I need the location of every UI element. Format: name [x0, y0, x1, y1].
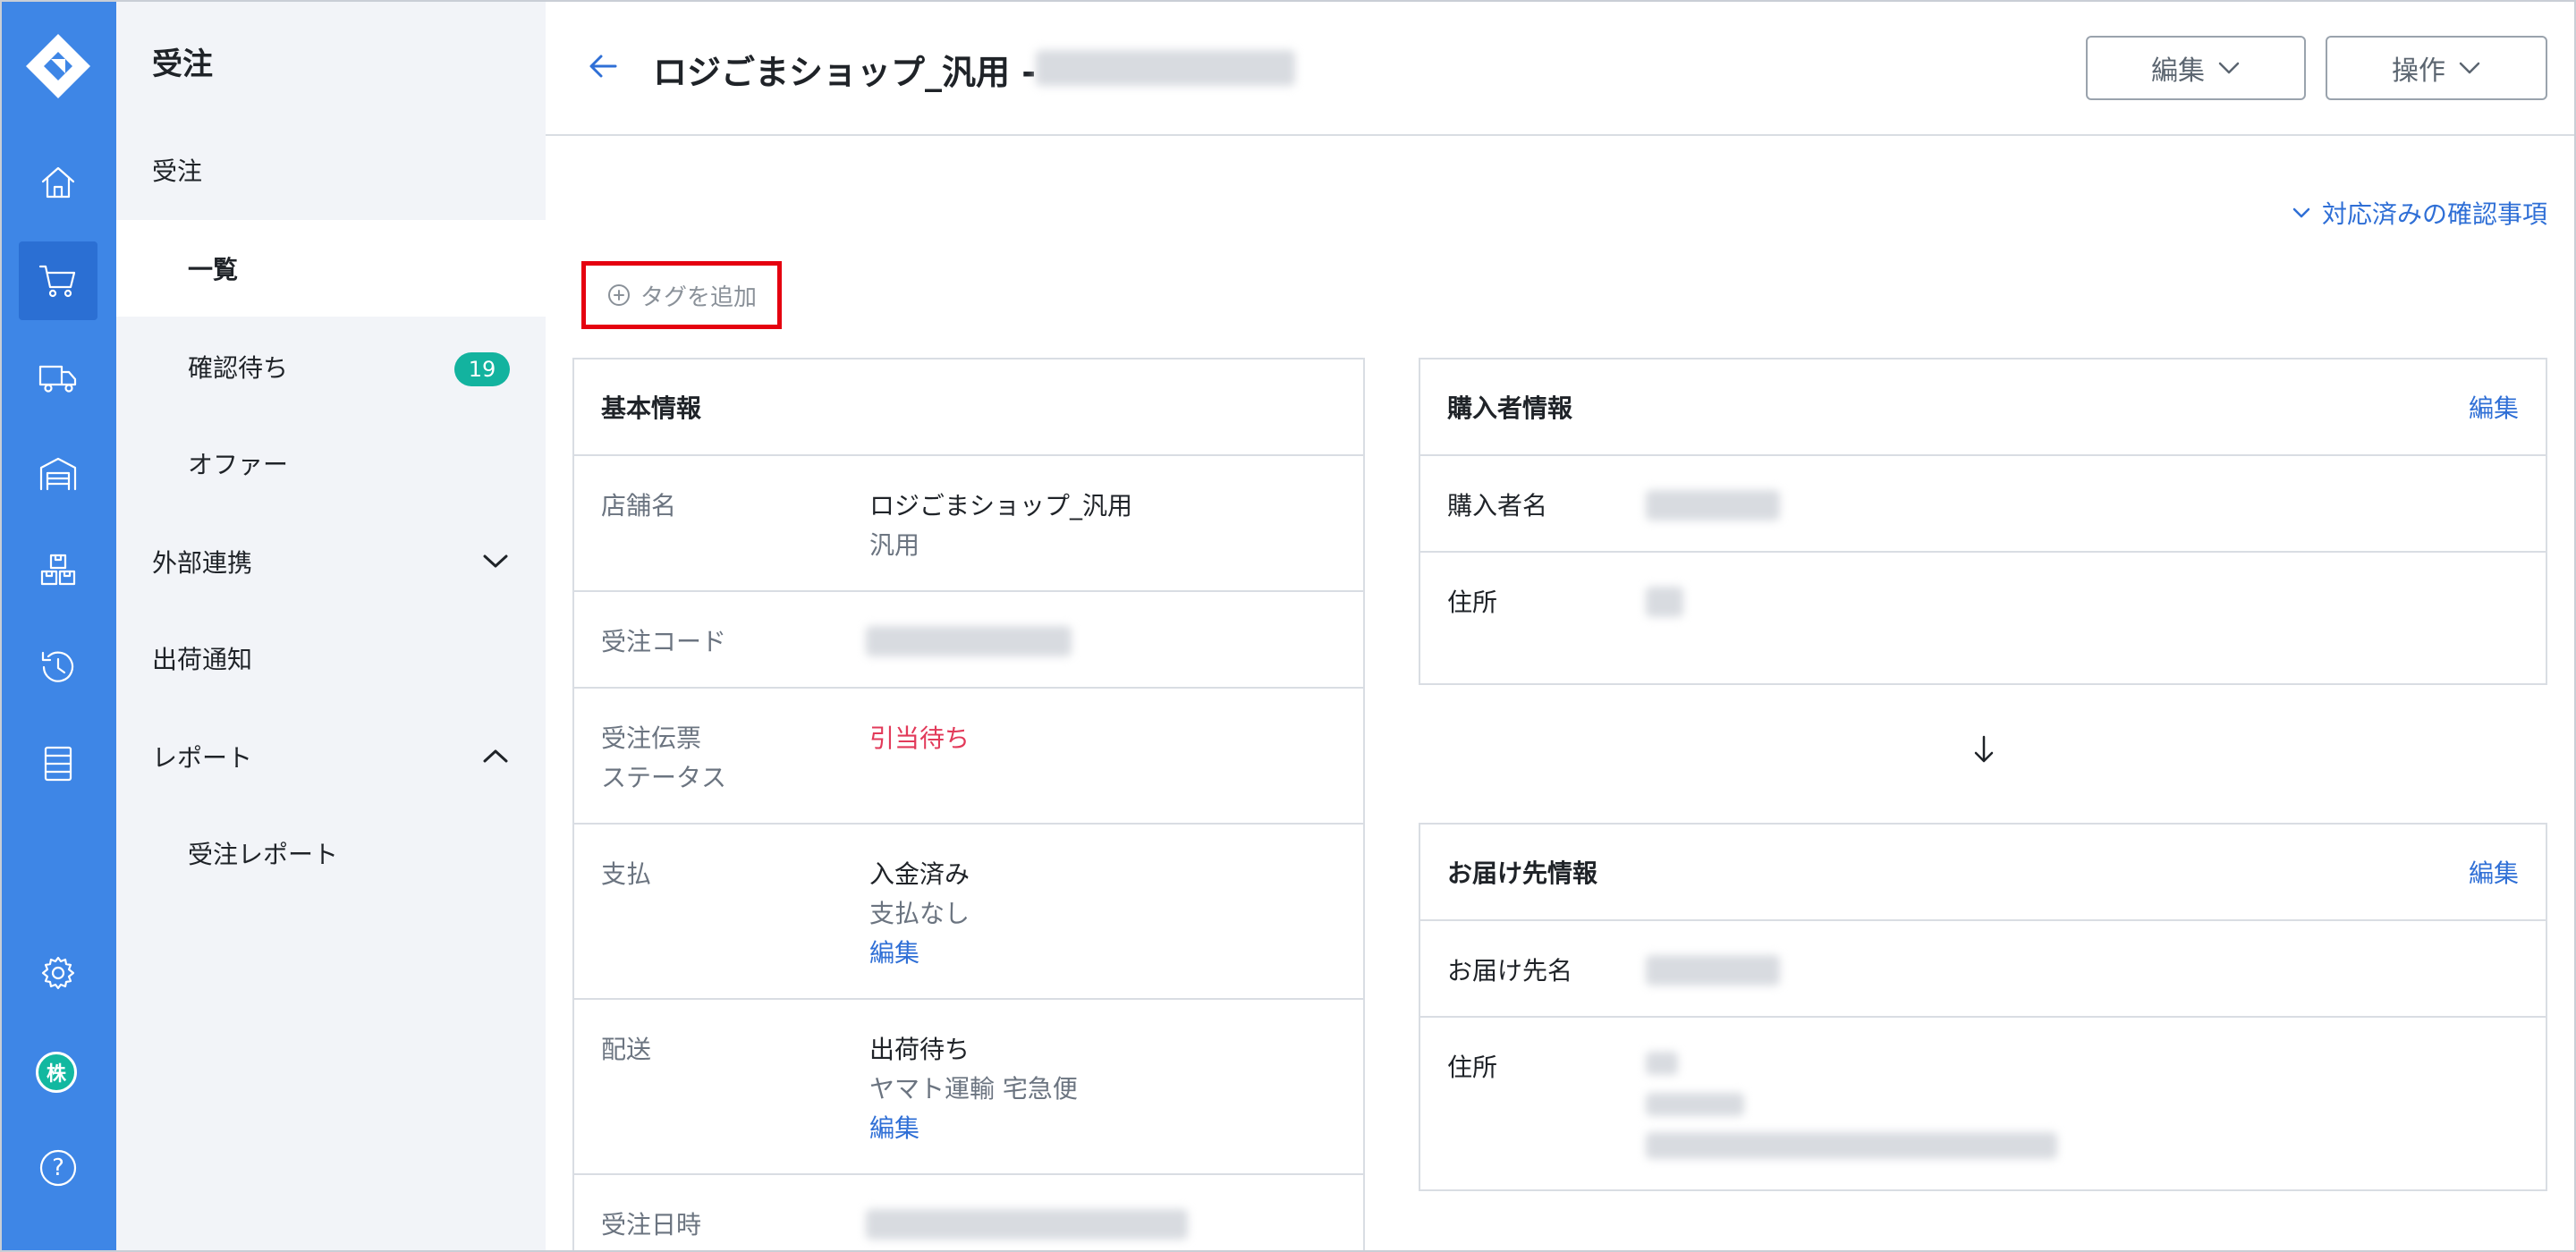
basic-info-card: 基本情報 店舗名 ロジごまショップ_汎用 汎用 受注コード 受注伝票 ステータス… [572, 358, 1365, 1252]
nav-title: 受注 [152, 47, 213, 82]
buyer-name-label: 購入者名 [1447, 491, 1548, 520]
page-title: ロジごまショップ_汎用 - [653, 53, 1037, 92]
add-tag-button[interactable]: タグを追加 [581, 261, 782, 329]
nav-item-label: 外部連携 [152, 548, 253, 578]
delivery-address-row: 住所 [1420, 1018, 2546, 1189]
order-date-label: 受注日時 [601, 1210, 702, 1239]
chevron-up-icon [481, 744, 510, 767]
buyer-address-label: 住所 [1447, 588, 1498, 617]
shipping-label: 配送 [601, 1035, 652, 1064]
nav-item-report[interactable]: レポート [116, 708, 546, 805]
boxes-icon[interactable] [19, 531, 97, 610]
store-name: ロジごまショップ_汎用 [869, 491, 1133, 520]
sub-navigation: 受注 受注 一覧 確認待ち 19 オファー 外部連携 出荷通知 レポート 受注レ… [116, 0, 546, 1252]
nav-item-label: 受注レポート [188, 840, 339, 869]
delivery-info-card: お届け先情報 編集 お届け先名 住所 [1419, 823, 2547, 1191]
order-code-label: 受注コード [601, 627, 727, 656]
redacted-order-code [866, 626, 1072, 656]
nav-item-orders[interactable]: 受注 [116, 122, 546, 218]
payment-label: 支払 [601, 859, 652, 889]
chevron-down-icon [481, 549, 510, 572]
redacted-order-number [1036, 50, 1295, 86]
shipping-edit-link[interactable]: 編集 [869, 1109, 1078, 1148]
redacted-order-date [866, 1209, 1188, 1239]
buyer-edit-link[interactable]: 編集 [2469, 389, 2519, 425]
redacted-delivery-address-line3 [1646, 1132, 2057, 1159]
delivery-address-label: 住所 [1447, 1053, 1498, 1082]
payment-sub: 支払なし [869, 899, 970, 928]
delivery-name-row: お届け先名 [1420, 921, 2546, 1018]
nav-item-label: 受注 [152, 156, 203, 186]
avatar[interactable]: 株 [36, 1052, 77, 1093]
store-label: 店舗名 [601, 491, 677, 520]
count-badge: 19 [454, 352, 510, 386]
arrow-down-icon [1971, 733, 1996, 766]
card-header: 購入者情報 編集 [1420, 360, 2546, 456]
nav-item-shipping-notice[interactable]: 出荷通知 [116, 610, 546, 706]
chevron-down-icon [2292, 207, 2310, 218]
nav-item-label: レポート [152, 743, 253, 773]
card-title: お届け先情報 [1447, 859, 1598, 888]
page-header: ロジごまショップ_汎用 - 編集 操作 [546, 0, 2576, 136]
edit-menu-button[interactable]: 編集 [2086, 36, 2306, 100]
plus-circle-icon [607, 284, 630, 306]
nav-item-pending-confirmation[interactable]: 確認待ち 19 [116, 318, 546, 415]
warehouse-icon[interactable] [19, 435, 97, 513]
history-icon[interactable] [19, 628, 97, 706]
order-date-row: 受注日時 [574, 1175, 1363, 1252]
nav-item-label: 出荷通知 [152, 645, 253, 674]
redacted-buyer-address [1646, 587, 1683, 617]
status-value: 引当待ち [869, 723, 970, 753]
main-content: ロジごまショップ_汎用 - 編集 操作 対応済みの確認事項 タグを追加 基本情報… [546, 0, 2576, 1252]
icon-rail: 株 ? [0, 0, 116, 1252]
logo-icon[interactable] [24, 32, 92, 100]
delivery-name-label: お届け先名 [1447, 956, 1573, 986]
delivery-edit-link[interactable]: 編集 [2469, 854, 2519, 890]
back-arrow-icon[interactable] [585, 50, 621, 82]
status-label-line1: 受注伝票 [601, 723, 702, 753]
nav-item-label: 一覧 [188, 255, 239, 284]
shipping-row: 配送 出荷待ち ヤマト運輸 宅急便 編集 [574, 1000, 1363, 1175]
action-menu-button[interactable]: 操作 [2326, 36, 2547, 100]
list-icon[interactable] [19, 724, 97, 803]
buyer-address-row: 住所 [1420, 553, 2546, 683]
store-sub: 汎用 [869, 530, 920, 560]
truck-icon[interactable] [19, 338, 97, 417]
order-code-row: 受注コード [574, 592, 1363, 689]
redacted-delivery-address-line1 [1646, 1052, 1678, 1075]
shipping-status: 出荷待ち [869, 1035, 970, 1064]
store-row: 店舗名 ロジごまショップ_汎用 汎用 [574, 456, 1363, 592]
card-header: 基本情報 [574, 360, 1363, 456]
nav-item-list[interactable]: 一覧 [116, 220, 546, 317]
nav-item-label: オファー [188, 450, 289, 479]
home-icon[interactable] [19, 143, 97, 222]
shipping-carrier: ヤマト運輸 宅急便 [869, 1074, 1078, 1104]
redacted-delivery-address-line2 [1646, 1093, 1744, 1116]
nav-item-order-report[interactable]: 受注レポート [116, 805, 546, 901]
card-header: お届け先情報 編集 [1420, 825, 2546, 921]
gear-icon[interactable] [19, 934, 97, 1012]
status-label-line2: ステータス [601, 763, 727, 792]
card-title: 購入者情報 [1447, 393, 1573, 423]
cart-icon[interactable] [19, 241, 97, 320]
payment-row: 支払 入金済み 支払なし 編集 [574, 825, 1363, 1000]
status-row: 受注伝票 ステータス 引当待ち [574, 689, 1363, 825]
chevron-down-icon [2218, 62, 2240, 74]
nav-item-external-integration[interactable]: 外部連携 [116, 513, 546, 610]
payment-edit-link[interactable]: 編集 [869, 934, 970, 973]
redacted-delivery-name [1646, 955, 1780, 986]
buyer-info-card: 購入者情報 編集 購入者名 住所 [1419, 358, 2547, 685]
card-title: 基本情報 [601, 393, 702, 423]
resolved-items-toggle[interactable]: 対応済みの確認事項 [2292, 195, 2547, 231]
nav-item-offer[interactable]: オファー [116, 415, 546, 512]
payment-status: 入金済み [869, 859, 970, 889]
help-icon[interactable]: ? [19, 1129, 97, 1207]
buyer-name-row: 購入者名 [1420, 456, 2546, 553]
chevron-down-icon [2459, 62, 2480, 74]
redacted-buyer-name [1646, 490, 1780, 520]
nav-item-label: 確認待ち [188, 353, 289, 383]
